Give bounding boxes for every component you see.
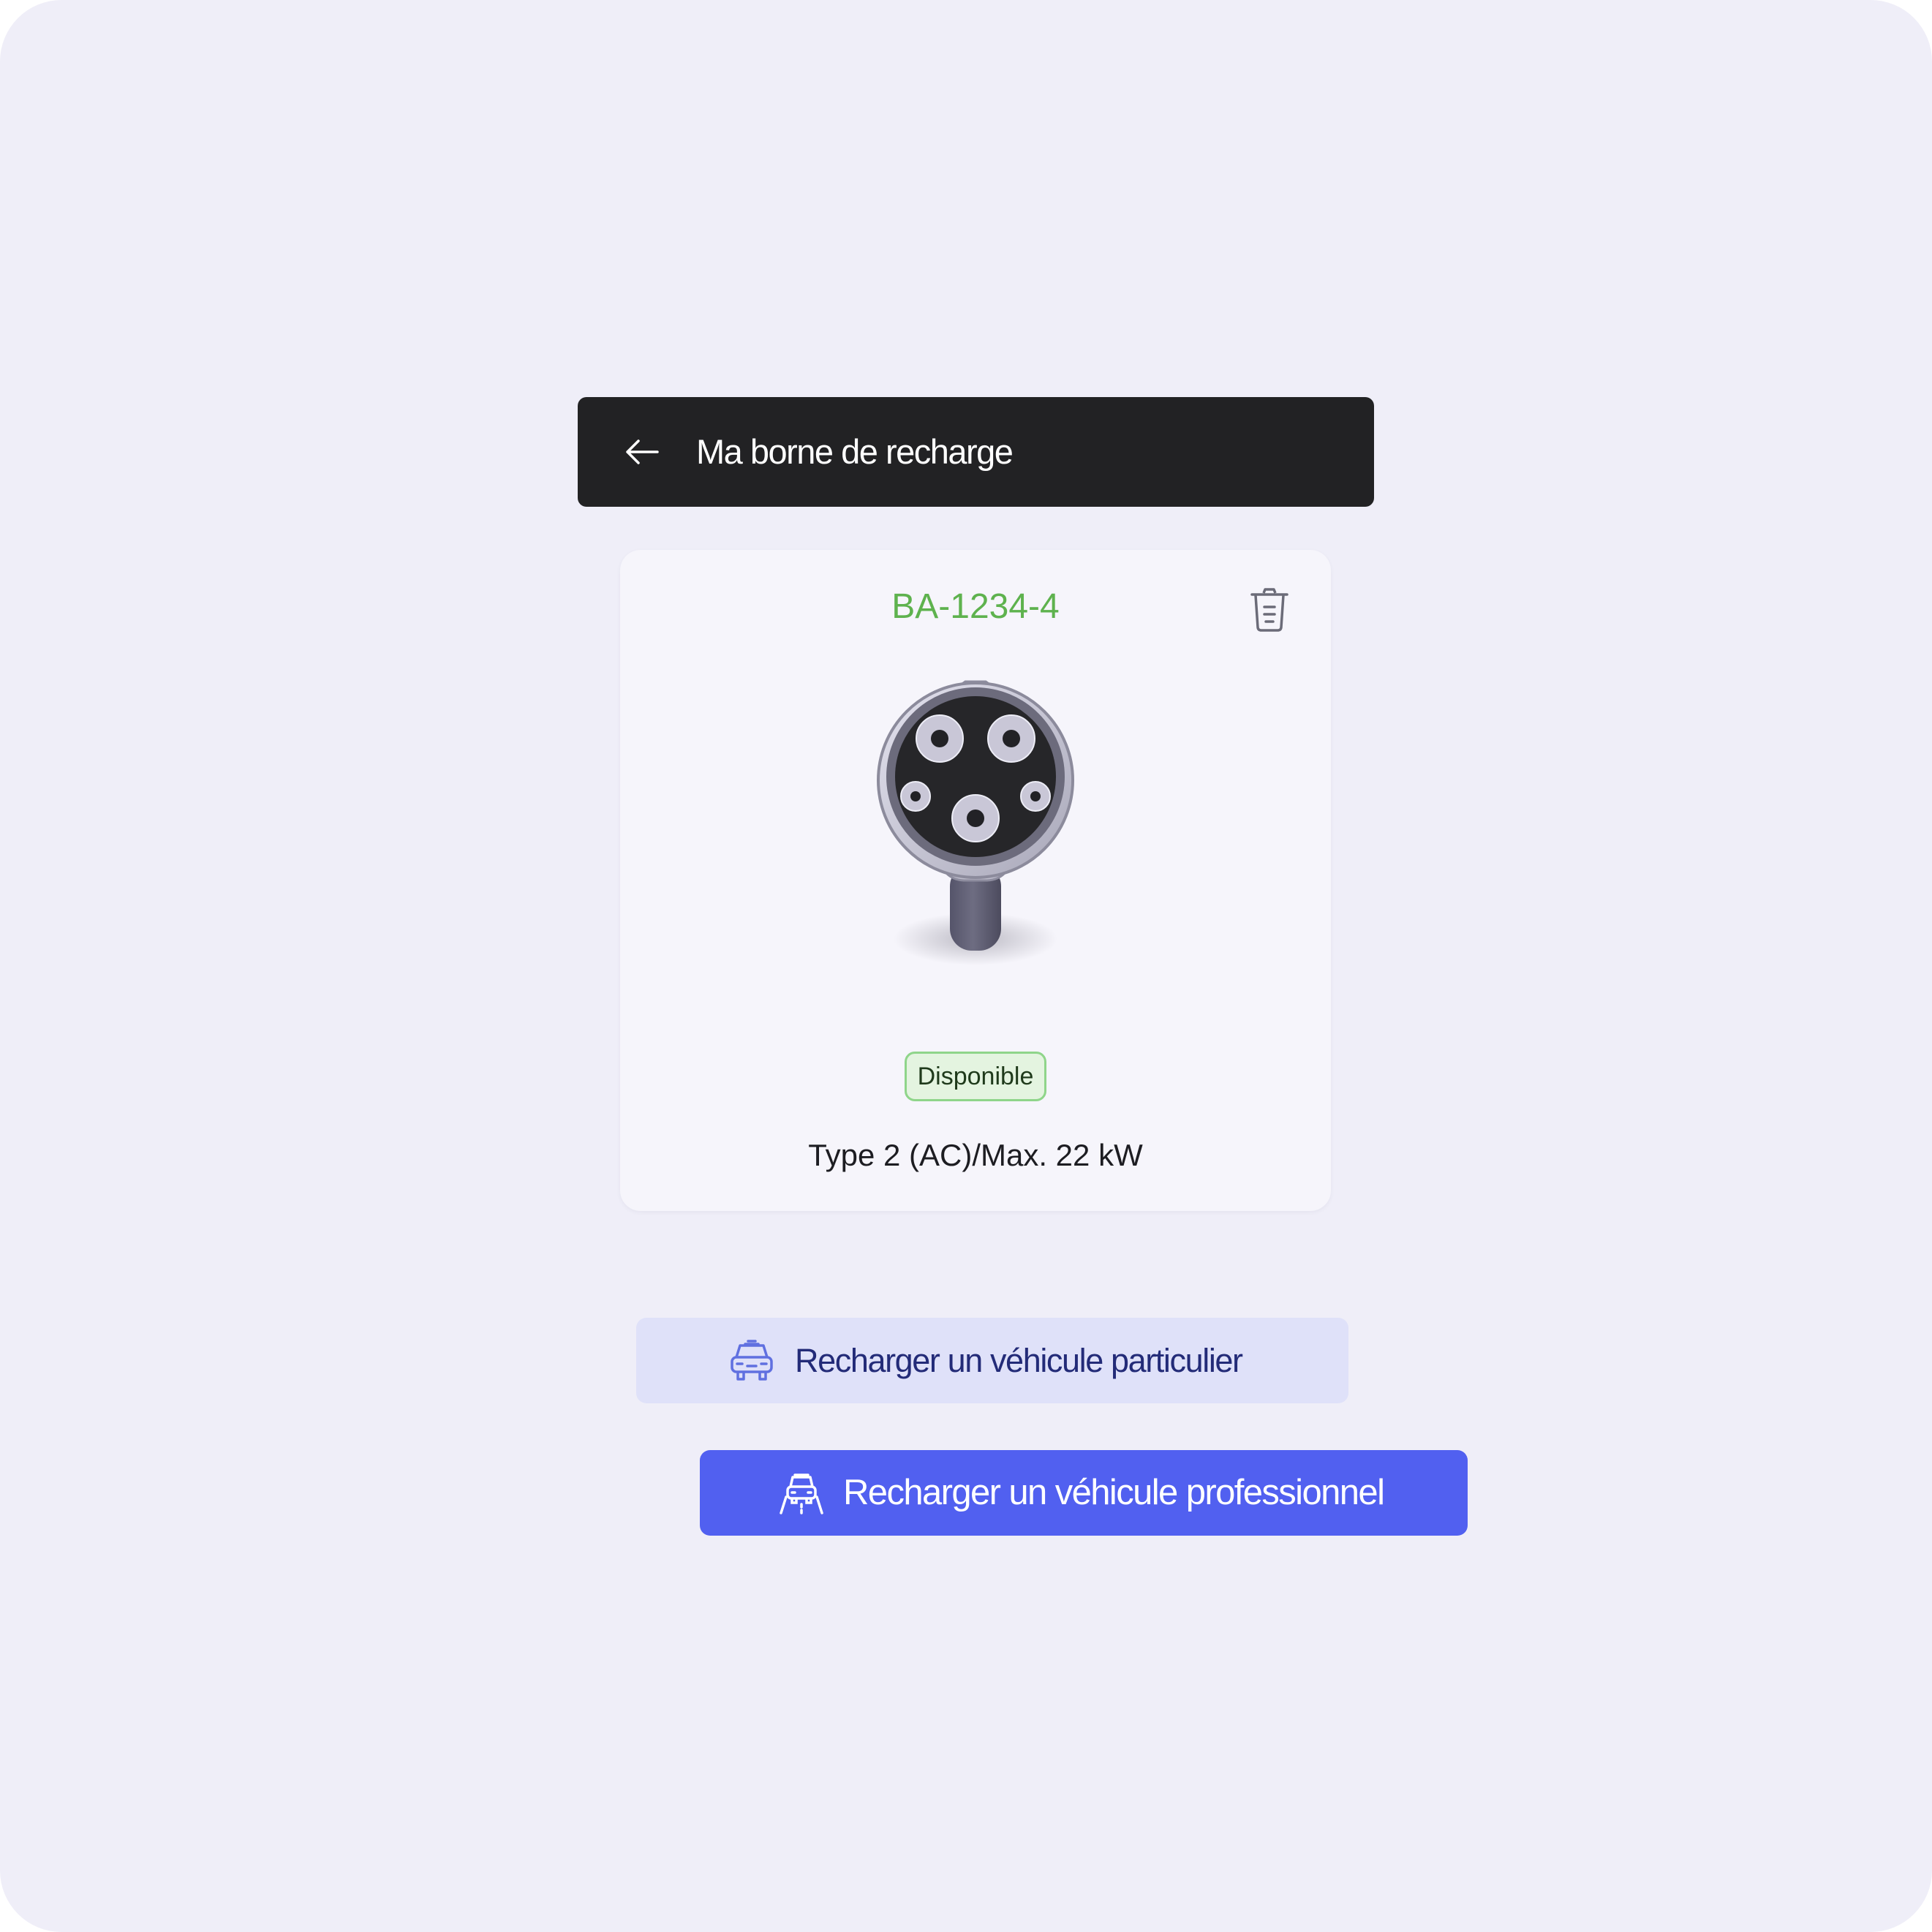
charge-private-label: Recharger un véhicule particulier [795,1342,1243,1379]
connector-info: Type 2 (AC)/Max. 22 kW [808,1138,1143,1172]
page-title: Ma borne de recharge [696,432,1014,471]
back-button[interactable] [622,431,663,472]
trash-icon [1250,588,1288,632]
arrow-left-icon [626,439,659,464]
status-badge: Disponible [905,1052,1046,1101]
car-icon [731,1340,773,1381]
car-road-icon [780,1473,823,1514]
charge-professional-vehicle-button[interactable]: Recharger un véhicule professionnel [700,1450,1468,1536]
station-id: BA-1234-4 [891,587,1060,626]
top-app-bar: Ma borne de recharge [578,397,1374,507]
app-screen: Ma borne de recharge BA-1234-4 Disponibl… [0,0,1932,1932]
charging-station-card: BA-1234-4 Disponible Type 2 (AC)/Max. 22… [620,550,1331,1211]
charge-professional-label: Recharger un véhicule professionnel [843,1473,1385,1512]
type2-connector-image [877,680,1074,965]
delete-button[interactable] [1249,586,1290,633]
charge-private-vehicle-button[interactable]: Recharger un véhicule particulier [636,1318,1348,1403]
